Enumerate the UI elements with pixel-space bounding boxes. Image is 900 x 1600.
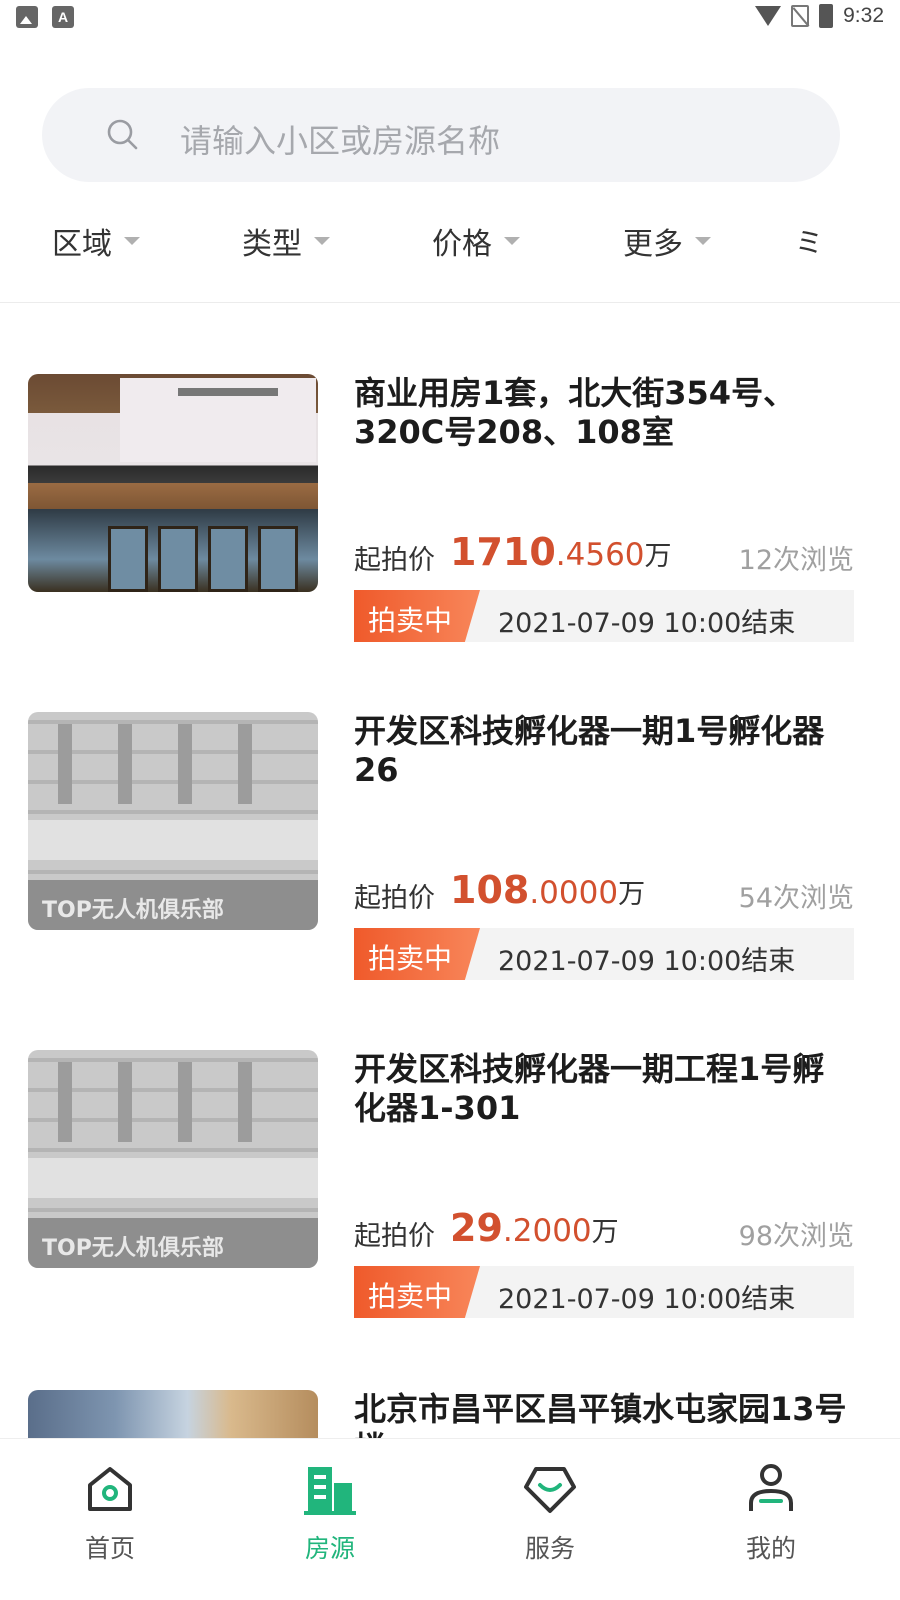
status-badge: 拍卖中 [354,928,480,980]
nav-label: 我的 [745,1534,796,1563]
caret-down-icon [504,237,520,245]
user-icon [749,1464,793,1511]
listing-title[interactable]: 北京市昌平区昌平镇水屯家园13号楼 [354,1390,854,1438]
filter-region[interactable]: 区域 [52,215,140,267]
caret-down-icon [124,237,140,245]
window [208,526,248,592]
end-time: 2021-07-09 10:00结束 [498,1284,796,1315]
filter-price[interactable]: 价格 [432,215,520,267]
starting-price: 1710.4560万 [450,530,672,574]
home-icon [88,1467,132,1511]
listing-card[interactable]: 北京市昌平区昌平镇水屯家园13号楼 [0,1390,900,1438]
listing-image[interactable] [28,374,318,592]
search-input[interactable]: 请输入小区或房源名称 [180,116,500,162]
sign-text-mark [178,388,278,396]
price-label: 起拍价 [354,545,435,576]
filter-more[interactable]: 更多 [623,215,711,267]
caret-down-icon [314,237,330,245]
window [158,526,198,592]
nav-label: 服务 [524,1534,575,1563]
listing-list: 商业用房1套，北大街354号、320C号208、108室 起拍价 1710.45… [0,303,900,1438]
nav-home[interactable]: 首页 [50,1461,170,1571]
no-sim-icon [791,5,810,27]
nav-services[interactable]: 服务 [490,1461,610,1571]
end-time: 2021-07-09 10:00结束 [498,946,796,977]
building-banner: TOP无人机俱乐部 [28,880,318,930]
nav-listings[interactable]: 房源 [270,1461,390,1571]
starting-price: 29.2000万 [450,1206,619,1250]
view-count: 98次浏览 [738,1221,854,1252]
wifi-icon [755,6,782,26]
view-count: 54次浏览 [738,883,854,914]
search-bar[interactable]: 请输入小区或房源名称 [42,88,840,182]
battery-icon [819,4,834,28]
filter-label: 价格 [432,227,492,262]
listing-image[interactable] [28,1390,318,1438]
starting-price: 108.0000万 [450,868,646,912]
gallery-icon [16,6,38,28]
sort-icon[interactable]: ミ [795,221,823,261]
nav-profile[interactable]: 我的 [711,1461,831,1571]
price-row: 起拍价 29.2000万 98次浏览 [354,1206,854,1252]
font-a-icon: A [52,6,74,28]
listing-image[interactable]: TOP无人机俱乐部 [28,712,318,930]
filter-bar: 区域 类型 价格 更多 ミ [0,215,900,267]
service-icon [524,1467,576,1513]
status-time: 9:32 [843,4,884,27]
filter-type[interactable]: 类型 [242,215,330,267]
auction-status-row: 拍卖中 2021-07-09 10:00结束 [354,928,854,980]
search-icon [107,119,138,150]
status-bar: A 9:32 [0,0,900,38]
window [108,526,148,592]
filter-label: 更多 [623,227,683,262]
auction-status-row: 拍卖中 2021-07-09 10:00结束 [354,590,854,642]
caret-down-icon [695,237,711,245]
price-label: 起拍价 [354,1221,435,1252]
building-banner: TOP无人机俱乐部 [28,1218,318,1268]
listing-title[interactable]: 开发区科技孵化器一期工程1号孵化器1-301 [354,1050,854,1128]
bottom-nav: 首页 房源 服务 我的 [0,1438,900,1600]
listing-title[interactable]: 开发区科技孵化器一期1号孵化器26 [354,712,854,790]
price-row: 起拍价 108.0000万 54次浏览 [354,868,854,914]
nav-label: 首页 [84,1534,135,1563]
view-count: 12次浏览 [738,545,854,576]
nav-label: 房源 [304,1534,355,1563]
auction-status-row: 拍卖中 2021-07-09 10:00结束 [354,1266,854,1318]
end-time: 2021-07-09 10:00结束 [498,608,796,639]
listing-image[interactable]: TOP无人机俱乐部 [28,1050,318,1268]
price-row: 起拍价 1710.4560万 12次浏览 [354,530,854,576]
listing-title[interactable]: 商业用房1套，北大街354号、320C号208、108室 [354,374,854,452]
building-icon [304,1467,356,1515]
filter-label: 区域 [52,227,112,262]
window [258,526,298,592]
price-label: 起拍价 [354,883,435,914]
status-badge: 拍卖中 [354,1266,480,1318]
status-badge: 拍卖中 [354,590,480,642]
filter-label: 类型 [242,227,302,262]
